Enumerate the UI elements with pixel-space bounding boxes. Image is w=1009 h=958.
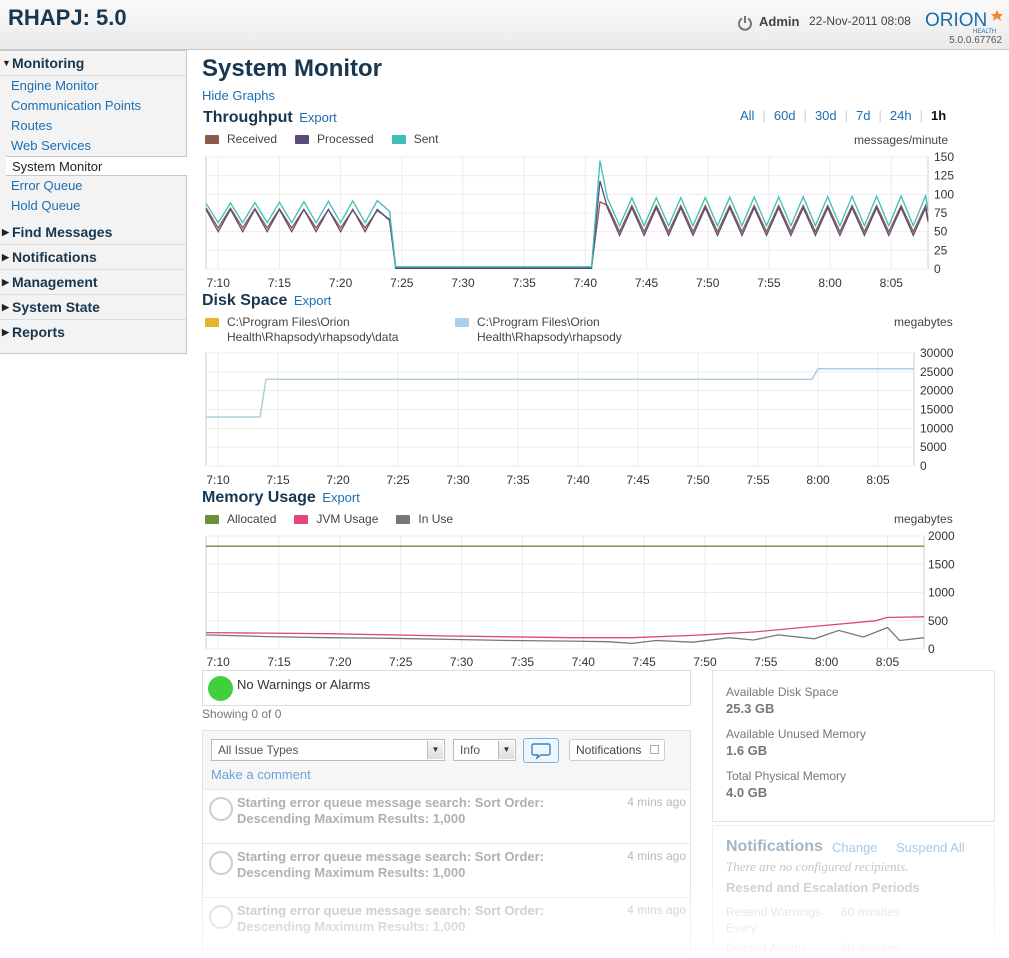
x-tick-label: 7:55 xyxy=(754,655,778,669)
x-tick-label: 7:15 xyxy=(267,655,291,669)
issue-item[interactable]: Starting error queue message search: Sor… xyxy=(203,843,690,897)
y-tick-label: 1000 xyxy=(928,586,955,600)
x-tick-label: 8:05 xyxy=(876,655,900,669)
notifications-title: Notifications xyxy=(726,838,823,855)
disk-space-value: 25.3 GB xyxy=(726,701,775,716)
disk-space-label: Available Disk Space xyxy=(726,685,839,699)
issue-level-value: Info xyxy=(460,743,481,757)
alarm-status-box: No Warnings or Alarms xyxy=(202,670,691,706)
stats-panel: Available Disk Space 25.3 GB Available U… xyxy=(712,670,995,822)
unused-memory-value: 1.6 GB xyxy=(726,743,768,758)
issue-panel: All Issue Types ▼ Info ▼ Notifications M… xyxy=(202,730,691,958)
chevron-down-icon: ▼ xyxy=(427,741,443,759)
notifications-change-link[interactable]: Change xyxy=(832,840,878,855)
no-recipients-text: There are no configured recipients. xyxy=(726,859,909,874)
y-tick-label: 2000 xyxy=(928,529,955,543)
issue-item[interactable]: Starting error queue message search: Sor… xyxy=(203,789,690,843)
x-tick-label: 7:25 xyxy=(389,655,413,669)
issue-level-select[interactable]: Info ▼ xyxy=(453,739,516,761)
x-tick-label: 7:45 xyxy=(632,655,656,669)
unused-memory-label: Available Unused Memory xyxy=(726,727,866,741)
issue-message: Starting error queue message search: Sor… xyxy=(237,795,545,826)
comment-button[interactable] xyxy=(523,738,559,763)
x-tick-label: 8:00 xyxy=(815,655,839,669)
x-tick-label: 7:40 xyxy=(572,655,596,669)
notifications-toggle[interactable]: Notifications xyxy=(569,739,665,761)
status-ok-icon xyxy=(208,676,233,701)
discard-label: Discard Alarms xyxy=(726,941,807,955)
every-label: Every xyxy=(726,921,757,935)
speech-bubble-icon xyxy=(531,743,551,760)
notifications-checkbox[interactable] xyxy=(650,745,659,754)
issue-time: 4 mins ago xyxy=(627,849,686,863)
issue-message: Starting error queue message search: Sor… xyxy=(237,849,545,880)
y-tick-label: 1500 xyxy=(928,557,955,571)
physical-memory-label: Total Physical Memory xyxy=(726,769,847,783)
x-tick-label: 7:10 xyxy=(206,655,230,669)
issue-status-icon xyxy=(209,851,233,875)
discard-value: 60 minutes xyxy=(841,941,900,955)
x-tick-label: 7:20 xyxy=(328,655,352,669)
y-tick-label: 500 xyxy=(928,614,948,628)
issue-type-value: All Issue Types xyxy=(218,743,299,757)
alarm-status-text: No Warnings or Alarms xyxy=(237,677,371,692)
issue-type-select[interactable]: All Issue Types ▼ xyxy=(211,739,445,761)
periods-title: Resend and Escalation Periods xyxy=(726,880,920,895)
issue-message: Starting error queue message search: Sor… xyxy=(237,903,545,934)
showing-count: Showing 0 of 0 xyxy=(202,707,282,721)
issue-status-icon xyxy=(209,905,233,929)
make-comment-link[interactable]: Make a comment xyxy=(211,767,311,782)
physical-memory-value: 4.0 GB xyxy=(726,785,768,800)
y-tick-label: 0 xyxy=(928,642,935,656)
suspend-all-link[interactable]: Suspend All xyxy=(896,840,965,855)
issue-time: 4 mins ago xyxy=(627,903,686,917)
issue-status-icon xyxy=(209,797,233,821)
x-tick-label: 7:30 xyxy=(450,655,474,669)
notifications-panel: Notifications Change Suspend All There a… xyxy=(712,825,995,958)
issue-item[interactable]: Starting error queue message search: Sor… xyxy=(203,897,690,951)
chevron-down-icon: ▼ xyxy=(498,741,514,759)
x-tick-label: 7:35 xyxy=(511,655,535,669)
x-tick-label: 7:50 xyxy=(693,655,717,669)
resend-label: Resend Warnings xyxy=(726,905,821,919)
issue-time: 4 mins ago xyxy=(627,795,686,809)
notifications-toggle-label: Notifications xyxy=(576,743,642,757)
resend-value: 60 minutes xyxy=(841,905,900,919)
